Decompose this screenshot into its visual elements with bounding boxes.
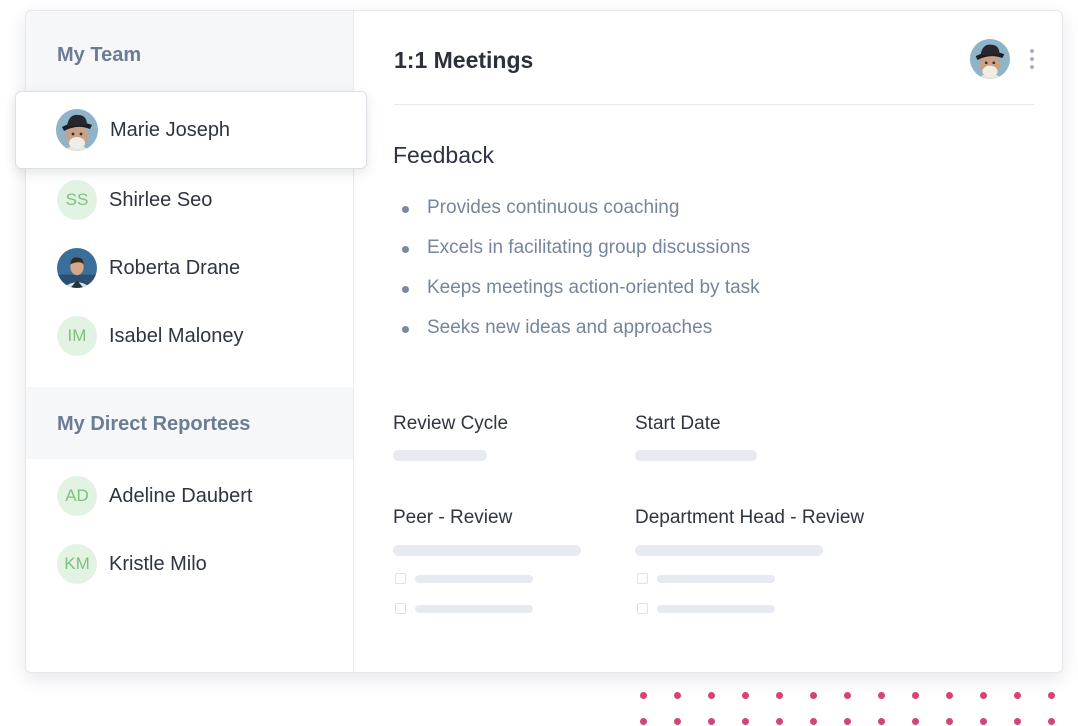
team-member-marie-joseph[interactable]: Marie Joseph	[15, 91, 367, 169]
start-date-placeholder	[635, 450, 757, 461]
decorative-dot	[1014, 718, 1021, 725]
peer-review-placeholder	[393, 545, 581, 556]
start-date-label: Start Date	[635, 413, 721, 434]
department-head-option-placeholder	[657, 575, 775, 583]
department-head-review-label: Department Head - Review	[635, 507, 865, 528]
decorative-dot	[946, 718, 953, 725]
team-member-shirlee-seo[interactable]: SS Shirlee Seo	[26, 171, 353, 229]
decorative-dot	[640, 692, 647, 699]
decorative-dot	[674, 692, 681, 699]
meetings-card: My Team Marie Joseph SS Shirlee Seo Robe…	[15, 10, 1063, 673]
header-divider	[394, 104, 1034, 105]
decorative-dot	[810, 692, 817, 699]
bullet-icon	[402, 206, 409, 213]
decorative-dot	[776, 692, 783, 699]
decorative-dot	[708, 692, 715, 699]
avatar	[56, 109, 98, 151]
initials-avatar: KM	[57, 544, 97, 584]
my-team-heading: My Team	[26, 11, 353, 91]
team-sidebar: My Team Marie Joseph SS Shirlee Seo Robe…	[15, 11, 367, 672]
decorative-dot	[980, 718, 987, 725]
decorative-dot	[878, 718, 885, 725]
decorative-dot	[946, 692, 953, 699]
review-cycle-label: Review Cycle	[393, 413, 509, 434]
member-name: Marie Joseph	[110, 118, 231, 141]
feedback-item: Provides continuous coaching	[400, 197, 760, 237]
decorative-dot	[674, 718, 681, 725]
decorative-dot	[1048, 692, 1055, 699]
feedback-text: Excels in facilitating group discussions	[427, 237, 751, 258]
decorative-dot	[912, 718, 919, 725]
bullet-icon	[402, 326, 409, 333]
department-head-checkbox-1[interactable]	[637, 573, 648, 584]
department-head-option-placeholder	[657, 605, 775, 613]
decorative-dot	[1014, 692, 1021, 699]
peer-review-label: Peer - Review	[393, 507, 513, 528]
decorative-dot	[742, 692, 749, 699]
member-name: Kristle Milo	[109, 552, 207, 575]
more-options-icon[interactable]	[1024, 47, 1040, 71]
decorative-dot-grid	[636, 688, 1066, 726]
page-title: 1:1 Meetings	[394, 47, 534, 73]
feedback-text: Seeks new ideas and approaches	[427, 317, 713, 338]
initials-avatar: AD	[57, 476, 97, 516]
decorative-dot	[844, 692, 851, 699]
department-head-review-placeholder	[635, 545, 823, 556]
feedback-item: Keeps meetings action-oriented by task	[400, 277, 760, 317]
team-member-isabel-maloney[interactable]: IM Isabel Maloney	[26, 307, 353, 365]
review-cycle-placeholder	[393, 450, 487, 461]
decorative-dot	[810, 718, 817, 725]
bullet-icon	[402, 246, 409, 253]
decorative-dot	[742, 718, 749, 725]
initials-avatar: SS	[57, 180, 97, 220]
member-name: Adeline Daubert	[109, 484, 253, 507]
department-head-checkbox-2[interactable]	[637, 603, 648, 614]
decorative-dot	[980, 692, 987, 699]
member-name: Shirlee Seo	[109, 188, 213, 211]
team-member-roberta-drane[interactable]: Roberta Drane	[26, 239, 353, 297]
feedback-item: Excels in facilitating group discussions	[400, 237, 760, 277]
direct-reportees-heading: My Direct Reportees	[26, 387, 353, 459]
member-name: Isabel Maloney	[109, 324, 244, 347]
feedback-text: Keeps meetings action-oriented by task	[427, 277, 760, 298]
reportee-kristle-milo[interactable]: KM Kristle Milo	[26, 535, 353, 593]
meeting-panel: 1:1 Meetings Feedback Provides continuou…	[354, 11, 1062, 672]
decorative-dot	[912, 692, 919, 699]
peer-review-checkbox-2[interactable]	[395, 603, 406, 614]
decorative-dot	[844, 718, 851, 725]
member-name: Roberta Drane	[109, 256, 241, 279]
peer-review-option-placeholder	[415, 605, 533, 613]
peer-review-option-placeholder	[415, 575, 533, 583]
decorative-dot	[708, 718, 715, 725]
user-avatar[interactable]	[970, 39, 1010, 79]
bullet-icon	[402, 286, 409, 293]
decorative-dot	[640, 718, 647, 725]
decorative-dot	[1048, 718, 1055, 725]
feedback-text: Provides continuous coaching	[427, 197, 680, 218]
feedback-heading: Feedback	[393, 142, 495, 168]
feedback-item: Seeks new ideas and approaches	[400, 317, 760, 357]
initials-avatar: IM	[57, 316, 97, 356]
feedback-list: Provides continuous coaching Excels in f…	[400, 197, 760, 357]
reportee-adeline-daubert[interactable]: AD Adeline Daubert	[26, 467, 353, 525]
peer-review-checkbox-1[interactable]	[395, 573, 406, 584]
avatar	[57, 248, 97, 288]
decorative-dot	[776, 718, 783, 725]
decorative-dot	[878, 692, 885, 699]
